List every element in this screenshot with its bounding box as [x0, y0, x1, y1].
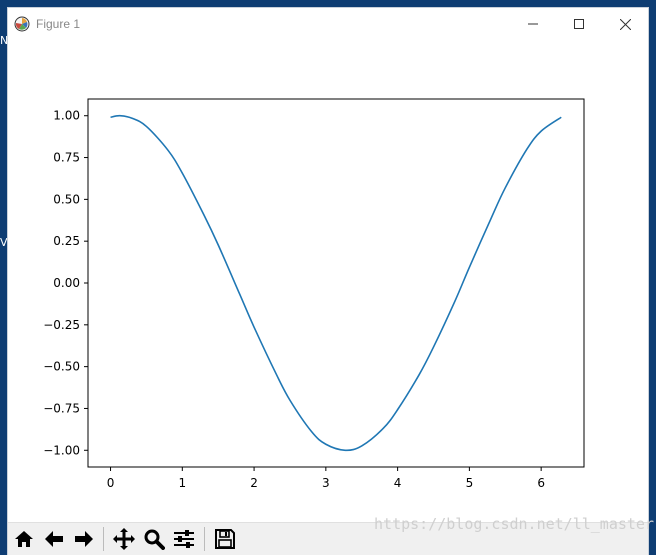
- x-tick-label: 6: [537, 476, 545, 490]
- arrow-left-icon: [45, 531, 63, 547]
- y-tick-label: 0.75: [53, 151, 80, 165]
- plot-frame: [87, 98, 585, 468]
- x-tick-label: 3: [322, 476, 330, 490]
- x-axis: 0 1 2 3 4 5 6: [107, 467, 545, 490]
- zoom-button[interactable]: [140, 525, 168, 553]
- y-tick-label: −0.50: [43, 360, 80, 374]
- pan-button[interactable]: [110, 525, 138, 553]
- save-button[interactable]: [211, 525, 239, 553]
- y-tick-label: −0.25: [43, 318, 80, 332]
- y-axis: 1.00 0.75 0.50 0.25 0.00 −0.25 −0.50 −0.75 −1.00: [43, 109, 88, 457]
- minimize-icon: [528, 23, 538, 25]
- x-tick-label: 2: [250, 476, 258, 490]
- figure-window: Figure 1 0 1 2 3 4 5 6 1.00 0.75 0.50 0.25 0.00 −0.…: [8, 8, 648, 555]
- home-icon: [15, 531, 33, 547]
- figure-canvas[interactable]: 0 1 2 3 4 5 6 1.00 0.75 0.50 0.25 0.00 −0.25 −0.50 −0…: [8, 40, 648, 522]
- forward-button[interactable]: [70, 525, 98, 553]
- toolbar-separator: [204, 527, 205, 551]
- title-bar[interactable]: Figure 1: [8, 8, 648, 40]
- y-tick-label: 0.25: [53, 234, 80, 248]
- x-tick-label: 5: [466, 476, 474, 490]
- subplots-button[interactable]: [170, 525, 198, 553]
- y-tick-label: 0.00: [53, 276, 80, 290]
- back-button[interactable]: [40, 525, 68, 553]
- maximize-button[interactable]: [556, 8, 602, 40]
- watermark-text: https://blog.csdn.net/ll_master: [374, 515, 654, 533]
- line-chart: 0 1 2 3 4 5 6 1.00 0.75 0.50 0.25 0.00 −0.25 −0.50 −0…: [43, 98, 585, 490]
- y-tick-label: 1.00: [53, 109, 80, 123]
- x-tick-label: 0: [107, 476, 115, 490]
- close-icon: [619, 18, 631, 30]
- x-tick-label: 4: [394, 476, 402, 490]
- y-tick-label: −1.00: [43, 443, 80, 457]
- minimize-button[interactable]: [510, 8, 556, 40]
- sliders-icon: [174, 530, 194, 548]
- arrow-right-icon: [75, 531, 93, 547]
- toolbar-separator: [103, 527, 104, 551]
- window-title: Figure 1: [36, 17, 81, 31]
- desktop-fragment-top: N: [0, 34, 9, 47]
- magnifier-icon: [144, 529, 165, 550]
- y-tick-label: 0.50: [53, 192, 80, 206]
- floppy-disk-icon: [215, 529, 235, 549]
- home-button[interactable]: [10, 525, 38, 553]
- close-button[interactable]: [602, 8, 648, 40]
- y-tick-label: −0.75: [43, 401, 80, 415]
- desktop-fragment-mid: V: [0, 236, 8, 249]
- move-icon: [113, 528, 135, 550]
- maximize-icon: [574, 19, 584, 29]
- x-tick-label: 1: [178, 476, 186, 490]
- matplotlib-logo-icon: [14, 16, 30, 32]
